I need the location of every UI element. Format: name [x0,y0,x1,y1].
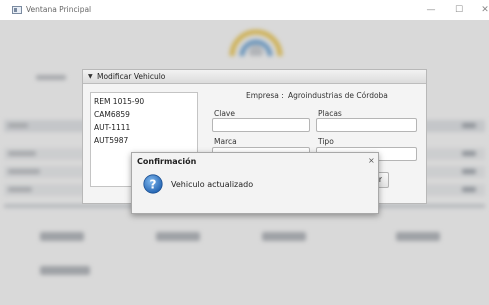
dialog-title: Confirmación [137,157,197,166]
panel-title: Modificar Vehiculo [97,72,166,81]
tipo-label: Tipo [318,137,334,146]
placas-field[interactable] [316,118,417,132]
close-window-button[interactable]: ✕ [478,4,489,16]
collapse-arrow-icon[interactable]: ▼ [88,73,93,80]
question-icon: ? [143,174,163,194]
svg-text:?: ? [150,177,157,191]
dialog-message: Vehiculo actualizado [171,180,254,189]
clave-label: Clave [214,109,235,118]
window-title-bar: Ventana Principal — ☐ ✕ [0,0,489,20]
empresa-value: Agroindustrias de Córdoba [288,91,388,100]
clave-field[interactable] [212,118,310,132]
minimize-button[interactable]: — [424,4,438,16]
vehicle-list-item[interactable]: REM 1015-90 [94,97,144,106]
marca-label: Marca [214,137,237,146]
panel-header[interactable]: ▼ Modificar Vehiculo [83,70,426,84]
vehicle-list-item[interactable]: CAM6859 [94,110,130,119]
app-window-icon [12,6,22,14]
placas-label: Placas [318,109,342,118]
vehicle-list-item[interactable]: AUT5987 [94,136,128,145]
vehicle-list-item[interactable]: AUT-1111 [94,123,130,132]
maximize-button[interactable]: ☐ [452,4,466,16]
empresa-label: Empresa : [246,91,284,100]
window-title: Ventana Principal [26,5,92,14]
dialog-close-icon[interactable]: × [368,156,375,165]
confirmation-dialog: Confirmación × ? Vehiculo actualizado [131,152,379,214]
